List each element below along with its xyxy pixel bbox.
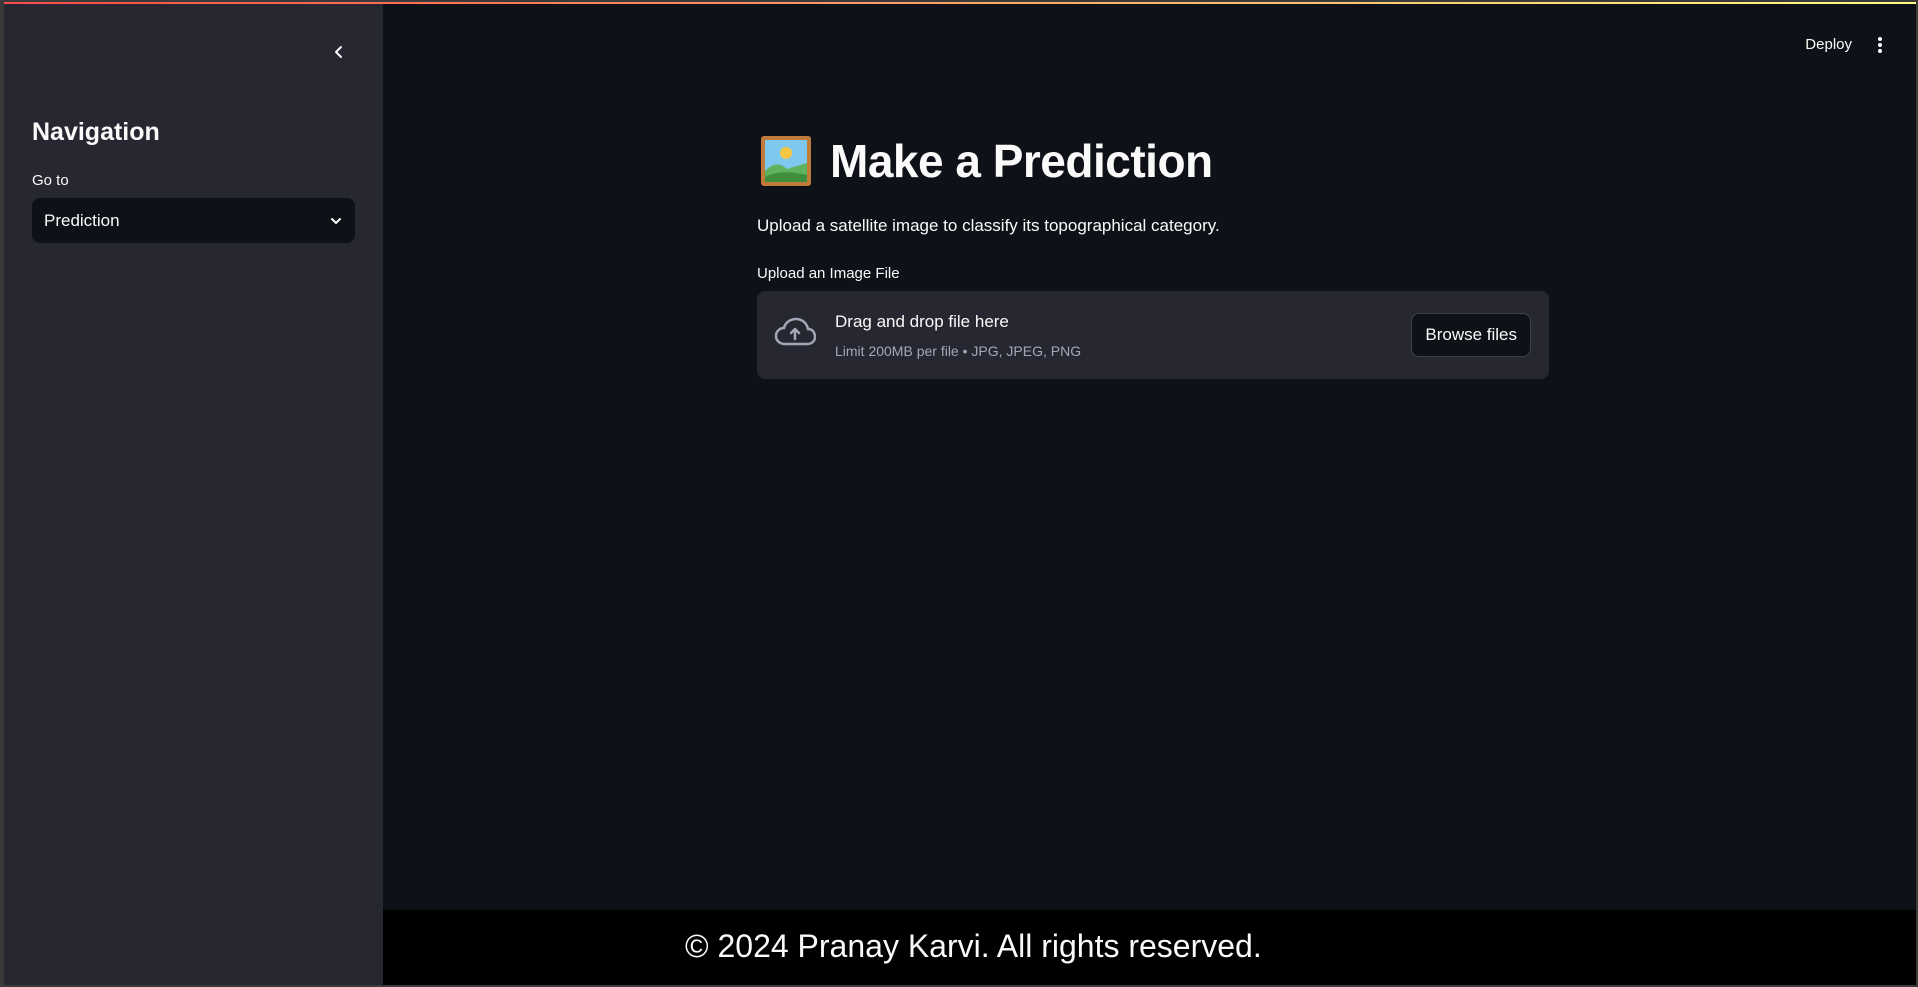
footer-copyright: © 2024 Pranay Karvi. All rights reserved… (685, 928, 1262, 964)
page-title: Make a Prediction (830, 135, 1213, 187)
chevron-left-icon (335, 46, 342, 58)
browse-files-button[interactable]: Browse files (1411, 313, 1531, 357)
file-dropzone[interactable]: Drag and drop file here Limit 200MB per … (757, 291, 1549, 379)
framed-picture-icon (761, 136, 811, 186)
cloud-upload-icon (774, 317, 816, 346)
sidebar-title: Navigation (32, 118, 160, 146)
dropzone-instructions: Drag and drop file here (835, 312, 1009, 331)
main-menu-button[interactable] (1872, 34, 1888, 56)
footer: © 2024 Pranay Karvi. All rights reserved… (383, 910, 1916, 985)
page-select[interactable]: Prediction (32, 198, 355, 243)
dropzone-limits: Limit 200MB per file • JPG, JPEG, PNG (835, 343, 1082, 359)
sidebar: Navigation Go to Prediction (4, 4, 383, 985)
collapse-sidebar-button[interactable] (323, 36, 355, 68)
file-uploader-label: Upload an Image File (757, 265, 900, 282)
main-content: Deploy Make a Prediction Upload a satell… (383, 4, 1916, 985)
page-select-value: Prediction (44, 210, 120, 230)
page-header: Make a Prediction (760, 134, 1213, 188)
page-subtitle: Upload a satellite image to classify its… (757, 216, 1220, 235)
chevron-down-icon (331, 217, 341, 224)
deploy-button[interactable]: Deploy (1801, 34, 1856, 55)
select-label: Go to (32, 172, 69, 189)
app-window: Navigation Go to Prediction Deploy Make … (4, 2, 1916, 985)
vertical-ellipsis-icon (1878, 37, 1882, 53)
